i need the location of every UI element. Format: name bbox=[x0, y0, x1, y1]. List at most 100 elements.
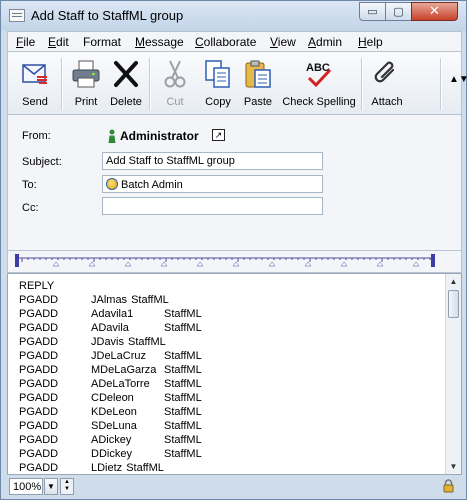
close-icon: ✕ bbox=[429, 4, 440, 19]
user-text: MDeLaGarza bbox=[91, 364, 157, 376]
attach-button[interactable]: Attach bbox=[366, 56, 408, 112]
toolbar-separator bbox=[361, 58, 362, 110]
paste-button[interactable]: Paste bbox=[238, 56, 278, 112]
send-icon bbox=[22, 64, 47, 84]
send-label: Send bbox=[22, 96, 48, 108]
toolbar-separator bbox=[149, 58, 150, 110]
group-text: StaffML bbox=[164, 406, 202, 418]
maximize-button[interactable]: ▢ bbox=[385, 2, 412, 21]
zoom-spinner[interactable]: ▲ ▼ bbox=[60, 478, 74, 495]
command-text: PGADD bbox=[19, 392, 59, 404]
group-text: StaffML bbox=[164, 378, 202, 390]
body-line: PGADD SDeLuna StaffML bbox=[19, 419, 439, 433]
user-group-text: LDietz StaffML bbox=[91, 461, 164, 475]
delete-label: Delete bbox=[110, 96, 142, 108]
body-scrollbar[interactable]: ▲ ▼ bbox=[445, 274, 461, 474]
menu-help[interactable]: Help bbox=[358, 35, 383, 49]
body-line: PGADD DDickey StaffML bbox=[19, 447, 439, 461]
menu-bar: File Edit Format Message Collaborate Vie… bbox=[7, 31, 462, 51]
copy-label: Copy bbox=[205, 96, 231, 108]
body-line: PGADD ADickey StaffML bbox=[19, 433, 439, 447]
window-title: Add Staff to StaffML group bbox=[31, 8, 184, 23]
command-text: PGADD bbox=[19, 350, 59, 362]
scroll-thumb[interactable] bbox=[448, 290, 459, 318]
close-button[interactable]: ✕ bbox=[411, 2, 458, 21]
zoom-up-icon[interactable]: ▲ bbox=[61, 479, 73, 486]
menu-collaborate[interactable]: Collaborate bbox=[195, 35, 256, 49]
status-bar: 100% ▼ ▲ ▼ bbox=[1, 475, 466, 499]
spell-check-icon: ABC bbox=[306, 62, 332, 88]
to-field[interactable]: Batch Admin bbox=[102, 175, 323, 193]
printer-icon bbox=[72, 60, 100, 88]
command-text: PGADD bbox=[19, 434, 59, 446]
command-text: PGADD bbox=[19, 378, 59, 390]
toolbar: Send Print Delete Cut Copy Paste ABC Che… bbox=[7, 51, 467, 115]
user-text: JAlmas bbox=[91, 294, 128, 306]
cc-label: Cc: bbox=[22, 202, 39, 214]
user-text: SDeLuna bbox=[91, 420, 137, 432]
menu-view[interactable]: View bbox=[270, 35, 296, 49]
contact-icon bbox=[106, 178, 118, 190]
message-body[interactable]: REPLY PGADD JAlmas StaffML PGADD Adavila1 Sta… bbox=[7, 273, 462, 475]
scissors-icon bbox=[164, 60, 186, 88]
user-text: KDeLeon bbox=[91, 406, 137, 418]
user-text: Adavila1 bbox=[91, 308, 134, 320]
user-text: LDietz bbox=[91, 462, 123, 474]
scroll-up-arrow[interactable]: ▲ bbox=[446, 274, 461, 289]
group-text: StaffML bbox=[126, 462, 164, 474]
body-line: PGADD MDeLaGarza StaffML bbox=[19, 363, 439, 377]
to-recipient: Batch Admin bbox=[121, 179, 183, 191]
scroll-down-arrow[interactable]: ▼ bbox=[446, 459, 461, 474]
toolbar-separator bbox=[61, 58, 62, 110]
from-value: Administrator bbox=[120, 129, 199, 143]
menu-format[interactable]: Format bbox=[83, 35, 121, 49]
body-line: PGADD LDietz StaffML bbox=[19, 461, 439, 475]
compose-window: Add Staff to StaffML group ▭ ▢ ✕ File Ed… bbox=[0, 0, 467, 500]
toolbar-overflow-icon[interactable]: ▲▼ bbox=[449, 75, 467, 85]
command-text: PGADD bbox=[19, 308, 59, 320]
zoom-dropdown-icon[interactable]: ▼ bbox=[44, 478, 58, 495]
user-text: ADeLaTorre bbox=[91, 378, 150, 390]
menu-file[interactable]: File bbox=[16, 35, 35, 49]
group-text: StaffML bbox=[164, 350, 202, 362]
attach-label: Attach bbox=[371, 96, 403, 108]
cut-label: Cut bbox=[166, 96, 184, 108]
minimize-icon: ▭ bbox=[367, 5, 378, 18]
check-spelling-label: Check Spelling bbox=[282, 96, 356, 108]
delete-button[interactable]: Delete bbox=[106, 56, 146, 112]
cc-field[interactable] bbox=[102, 197, 323, 215]
body-line: PGADD JDeLaCruz StaffML bbox=[19, 349, 439, 363]
minimize-button[interactable]: ▭ bbox=[359, 2, 386, 21]
body-line: PGADD JDavis StaffML bbox=[19, 335, 439, 349]
ruler bbox=[7, 251, 462, 273]
group-text: StaffML bbox=[164, 434, 202, 446]
menu-message[interactable]: Message bbox=[135, 35, 184, 49]
menu-admin[interactable]: Admin bbox=[308, 35, 342, 49]
body-line: PGADD KDeLeon StaffML bbox=[19, 405, 439, 419]
menu-edit[interactable]: Edit bbox=[48, 35, 69, 49]
user-text: ADavila bbox=[91, 322, 129, 334]
user-group-text: JDavis StaffML bbox=[91, 335, 166, 349]
zoom-field[interactable]: 100% bbox=[9, 478, 43, 495]
command-text: PGADD bbox=[19, 420, 59, 432]
zoom-down-icon[interactable]: ▼ bbox=[61, 486, 73, 493]
ruler-ticks bbox=[15, 254, 435, 267]
check-spelling-button[interactable]: ABC Check Spelling bbox=[280, 56, 358, 112]
print-button[interactable]: Print bbox=[66, 56, 106, 112]
sender-lookup-icon[interactable]: ↗ bbox=[212, 129, 225, 141]
copy-icon bbox=[205, 60, 230, 88]
user-text: JDavis bbox=[91, 336, 125, 348]
subject-field[interactable]: Add Staff to StaffML group bbox=[102, 152, 323, 170]
send-button[interactable]: Send bbox=[12, 56, 58, 112]
group-text: StaffML bbox=[164, 392, 202, 404]
maximize-icon: ▢ bbox=[393, 5, 404, 18]
cut-button[interactable]: Cut bbox=[156, 56, 194, 112]
print-label: Print bbox=[74, 96, 98, 108]
user-text: ADickey bbox=[91, 434, 132, 446]
toolbar-separator bbox=[440, 58, 441, 110]
body-line: PGADD CDeleon StaffML bbox=[19, 391, 439, 405]
command-text: PGADD bbox=[19, 448, 59, 460]
command-text: PGADD bbox=[19, 406, 59, 418]
copy-button[interactable]: Copy bbox=[198, 56, 238, 112]
delete-x-icon bbox=[114, 61, 138, 87]
